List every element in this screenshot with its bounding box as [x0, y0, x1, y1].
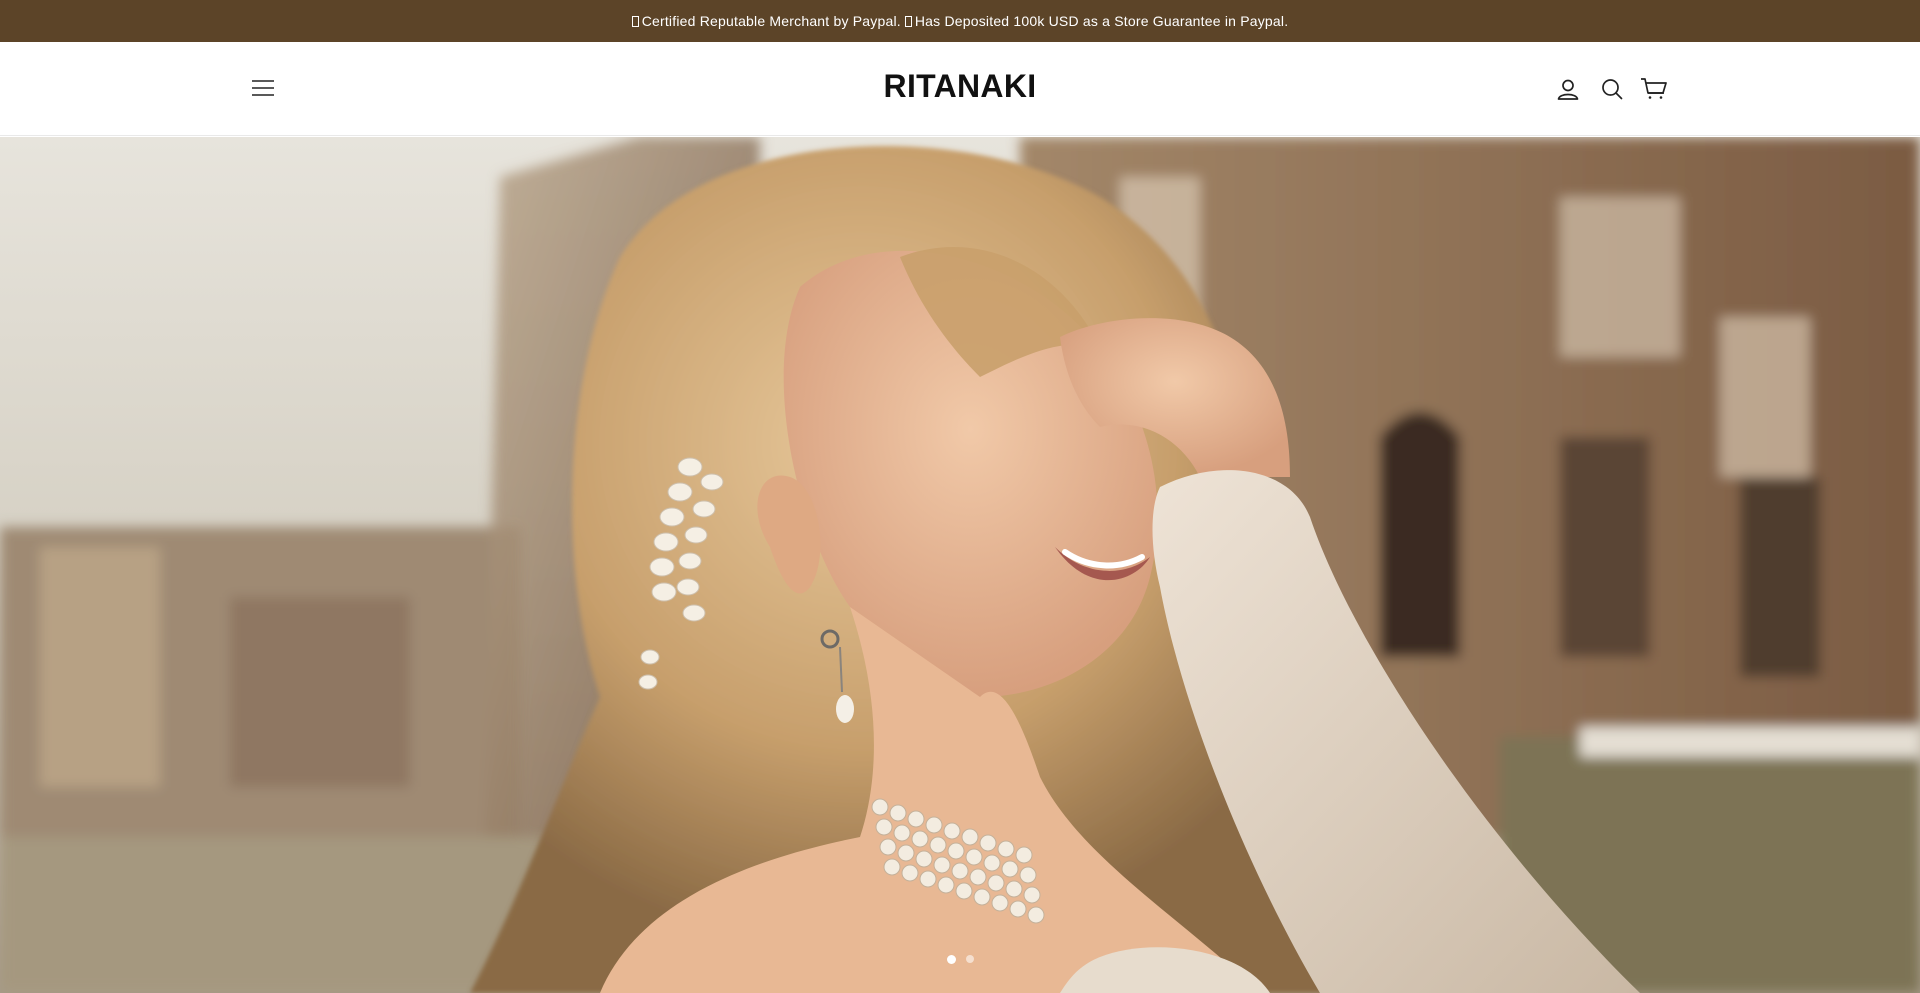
hero-image — [0, 137, 1920, 993]
site-logo: RITANAKI — [0, 68, 1920, 105]
hero-slideshow[interactable] — [0, 137, 1920, 993]
announcement-bar: Certified Reputable Merchant by Paypal. … — [0, 0, 1920, 42]
announcement-text-1: Certified Reputable Merchant by Paypal. — [641, 13, 901, 29]
logo-link[interactable]: RITANAKI — [884, 68, 1037, 104]
user-icon[interactable] — [1554, 75, 1582, 103]
search-icon[interactable] — [1598, 75, 1626, 103]
slide-dot-2[interactable] — [965, 955, 974, 963]
flag-icon — [631, 15, 639, 27]
site-header: RITANAKI — [0, 42, 1920, 136]
slideshow-pagination — [0, 955, 1920, 964]
slide-dot-1[interactable] — [946, 955, 956, 964]
flag-icon — [904, 15, 912, 27]
announcement-text-2: Has Deposited 100k USD as a Store Guaran… — [914, 13, 1289, 29]
cart-icon[interactable] — [1640, 75, 1668, 103]
